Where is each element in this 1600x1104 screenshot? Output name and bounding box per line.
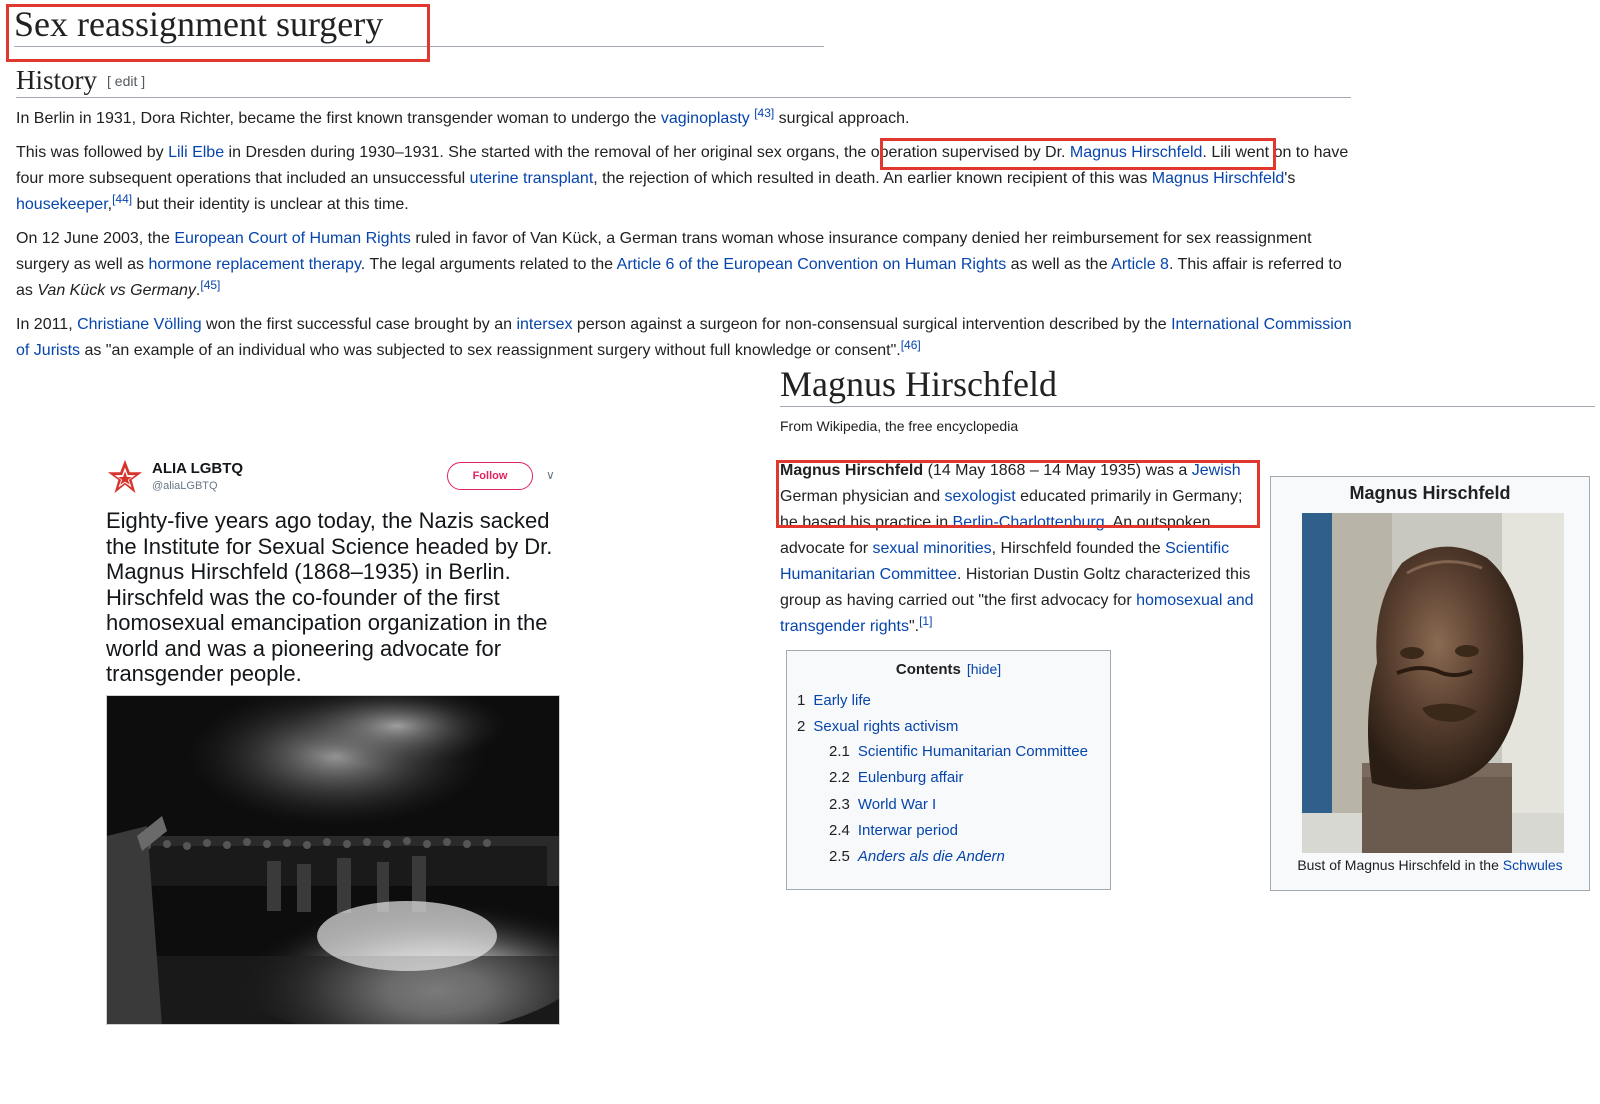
infobox: Magnus Hirschfeld Bust of Magnus Hirschf… bbox=[1270, 476, 1590, 891]
hirschfeld-lead-paragraph: Magnus Hirschfeld (14 May 1868 – 14 May … bbox=[780, 462, 1254, 635]
alia-logo-icon[interactable] bbox=[106, 458, 144, 496]
link-intersex[interactable]: intersex bbox=[516, 316, 572, 333]
hirschfeld-title-divider bbox=[780, 406, 1595, 407]
toc-item-eulenburg-affair[interactable]: 2.2 Eulenburg affair bbox=[829, 768, 964, 788]
paragraph-van-kuck: On 12 June 2003, the European Court of H… bbox=[16, 230, 1342, 299]
link-lili-elbe[interactable]: Lili Elbe bbox=[168, 144, 224, 161]
paragraph-lili-elbe: This was followed by Lili Elbe in Dresde… bbox=[16, 144, 1349, 213]
follow-button[interactable]: Follow bbox=[447, 462, 533, 490]
reference-46[interactable]: [46] bbox=[901, 338, 921, 352]
toc-item-scientific-humanitarian-committee[interactable]: 2.1 Scientific Humanitarian Committee bbox=[829, 742, 1088, 762]
link-uterine-transplant[interactable]: uterine transplant bbox=[470, 170, 594, 187]
toc-item-early-life[interactable]: 1 Early life bbox=[797, 691, 871, 711]
bronze-bust-photo[interactable] bbox=[1302, 513, 1564, 853]
link-vaginoplasty[interactable]: vaginoplasty bbox=[661, 110, 750, 127]
link-schwules[interactable]: Schwules bbox=[1503, 857, 1563, 873]
link-echr[interactable]: European Court of Human Rights bbox=[174, 230, 411, 247]
link-berlin-charlottenburg[interactable]: Berlin-Charlottenburg bbox=[953, 514, 1105, 531]
paragraph-dora-richter: In Berlin in 1931, Dora Richter, became … bbox=[16, 106, 910, 127]
toc-item-sexual-rights-activism[interactable]: 2 Sexual rights activism bbox=[797, 717, 958, 737]
table-of-contents: Contents [hide] 1 Early life 2 Sexual right… bbox=[786, 650, 1111, 890]
book-burning-photo[interactable] bbox=[106, 695, 560, 1025]
article-title: Sex reassignment surgery bbox=[14, 4, 384, 44]
section-heading-history: History[ edit ] bbox=[16, 65, 146, 95]
section-edit-link[interactable]: [ edit ] bbox=[107, 73, 145, 89]
article-subtitle: From Wikipedia, the free encyclopedia bbox=[780, 418, 1019, 434]
link-christiane-volling[interactable]: Christiane Völling bbox=[77, 316, 202, 333]
toc-item-anders-als-die-andern[interactable]: 2.5 Anders als die Andern bbox=[829, 847, 1005, 867]
toc-hide-link[interactable]: [hide] bbox=[967, 661, 1001, 677]
infobox-title: Magnus Hirschfeld bbox=[1349, 483, 1511, 503]
link-hrt[interactable]: hormone replacement therapy bbox=[149, 256, 361, 273]
section-divider bbox=[16, 97, 1351, 98]
toc-item-world-war-i[interactable]: 2.3 World War I bbox=[829, 795, 936, 815]
tweet-text: Eighty-five years ago today, the Nazis s… bbox=[106, 508, 553, 686]
hirschfeld-article-title: Magnus Hirschfeld bbox=[780, 364, 1057, 404]
toc-title: Contents [hide] bbox=[895, 661, 1002, 678]
link-magnus-hirschfeld-2[interactable]: Magnus Hirschfeld bbox=[1152, 170, 1285, 187]
link-sexual-minorities[interactable]: sexual minorities bbox=[873, 540, 992, 557]
link-magnus-hirschfeld[interactable]: Magnus Hirschfeld bbox=[1070, 144, 1203, 161]
chevron-down-icon[interactable]: ∨ bbox=[546, 468, 555, 482]
tweet-handle[interactable]: @aliaLGBTQ bbox=[152, 480, 218, 492]
toc-item-interwar-period[interactable]: 2.4 Interwar period bbox=[829, 821, 958, 841]
link-sexologist[interactable]: sexologist bbox=[945, 488, 1016, 505]
tweet-account-name[interactable]: ALIA LGBTQ bbox=[152, 460, 243, 477]
infobox-caption: Bust of Magnus Hirschfeld in the Schwule… bbox=[1297, 857, 1563, 873]
title-divider bbox=[14, 46, 824, 47]
paragraph-volling: In 2011, Christiane Völling won the firs… bbox=[16, 316, 1352, 359]
reference-43[interactable]: [43] bbox=[754, 106, 774, 120]
reference-1[interactable]: [1] bbox=[919, 614, 932, 628]
reference-44[interactable]: [44] bbox=[112, 192, 132, 206]
reference-45[interactable]: [45] bbox=[200, 278, 220, 292]
link-article-6[interactable]: Article 6 of the European Convention on … bbox=[617, 256, 1007, 273]
link-article-8[interactable]: Article 8 bbox=[1111, 256, 1169, 273]
link-jewish[interactable]: Jewish bbox=[1192, 462, 1241, 479]
link-housekeeper[interactable]: housekeeper bbox=[16, 196, 108, 213]
